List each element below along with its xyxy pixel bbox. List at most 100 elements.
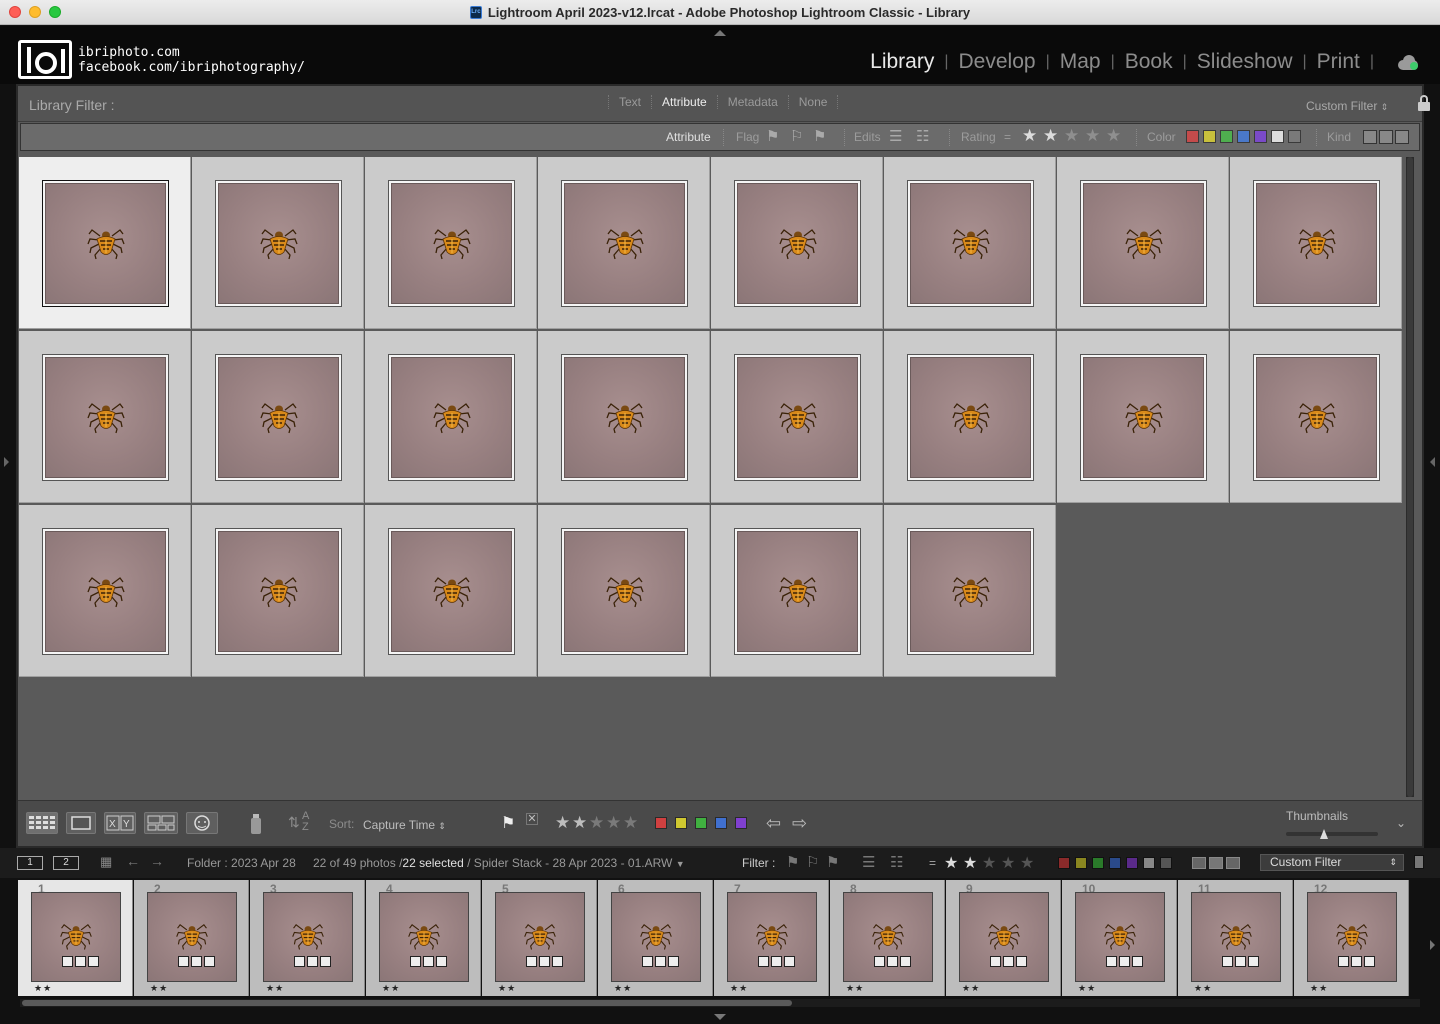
module-map[interactable]: Map <box>1060 50 1101 74</box>
filmstrip-edited-icon[interactable]: ☰ <box>862 853 875 871</box>
grid-thumbnail-cell[interactable] <box>192 505 364 677</box>
filmstrip-rating-operator[interactable]: = <box>929 856 936 870</box>
develop-badge-icon[interactable] <box>436 956 447 967</box>
filmstrip-thumbnail[interactable] <box>843 892 933 982</box>
toolbar-options-chevron-icon[interactable]: ⌄ <box>1396 816 1406 830</box>
filmstrip-color-purple[interactable] <box>1126 857 1138 869</box>
grid-thumbnail-cell[interactable] <box>365 157 537 329</box>
filmstrip-color-green[interactable] <box>1092 857 1104 869</box>
left-panel-toggle-icon[interactable] <box>4 457 9 467</box>
filmstrip-star-5[interactable]: ★ <box>1020 853 1034 873</box>
crop-badge-icon[interactable] <box>423 956 434 967</box>
develop-badge-icon[interactable] <box>1132 956 1143 967</box>
filmstrip-kind-virtual-icon[interactable] <box>1209 857 1223 869</box>
color-red-swatch[interactable] <box>1186 130 1199 143</box>
develop-badge-icon[interactable] <box>668 956 679 967</box>
grid-thumbnail-cell[interactable] <box>365 331 537 503</box>
filmstrip-thumbnail[interactable] <box>1307 892 1397 982</box>
crop-badge-icon[interactable] <box>1351 956 1362 967</box>
module-book[interactable]: Book <box>1125 50 1173 74</box>
filmstrip-color-yellow[interactable] <box>1075 857 1087 869</box>
reject-flag-icon[interactable]: ⚑ <box>813 128 829 146</box>
develop-badge-icon[interactable] <box>1364 956 1375 967</box>
grid-thumbnail-cell[interactable] <box>538 331 710 503</box>
pick-flag-icon[interactable]: ⚑ <box>766 128 782 146</box>
sort-direction-icon[interactable]: ⇅ <box>288 814 300 831</box>
grid-thumbnail[interactable] <box>388 180 515 307</box>
grid-thumbnail[interactable] <box>561 528 688 655</box>
toolbar-star-1[interactable]: ★ <box>555 813 570 833</box>
grid-thumbnail-cell[interactable] <box>711 505 883 677</box>
toolbar-color-yellow[interactable] <box>675 817 687 829</box>
grid-thumbnail-cell[interactable] <box>538 505 710 677</box>
grid-thumbnail-cell[interactable] <box>884 331 1056 503</box>
filmstrip-thumbnail[interactable] <box>495 892 585 982</box>
filmstrip-thumbnail[interactable] <box>1191 892 1281 982</box>
toolbar-color-green[interactable] <box>695 817 707 829</box>
filter-tab-text[interactable]: Text <box>608 95 651 109</box>
filmstrip-color-custom[interactable] <box>1143 857 1155 869</box>
cloud-sync-icon[interactable] <box>1398 55 1420 70</box>
grid-thumbnail[interactable] <box>1253 180 1380 307</box>
sort-az-icon[interactable]: AZ <box>302 811 309 833</box>
filter-tab-none[interactable]: None <box>787 95 839 109</box>
grid-thumbnail[interactable] <box>42 528 169 655</box>
develop-badge-icon[interactable] <box>204 956 215 967</box>
filmstrip-thumbnail[interactable] <box>263 892 353 982</box>
grid-thumbnail-cell[interactable] <box>19 157 191 329</box>
second-window-button[interactable]: 2 <box>53 856 79 870</box>
crop-badge-icon[interactable] <box>307 956 318 967</box>
unedited-icon[interactable]: ☷ <box>916 128 932 146</box>
grid-thumbnail[interactable] <box>215 528 342 655</box>
grid-thumbnail-cell[interactable] <box>192 331 364 503</box>
grid-thumbnail-cell[interactable] <box>1230 331 1402 503</box>
crop-badge-icon[interactable] <box>655 956 666 967</box>
rating-operator[interactable]: = <box>1004 130 1011 144</box>
crop-badge-icon[interactable] <box>75 956 86 967</box>
module-develop[interactable]: Develop <box>959 50 1036 74</box>
rotate-left-icon[interactable]: ⇦ <box>766 813 781 834</box>
keyword-badge-icon[interactable] <box>1222 956 1233 967</box>
filmstrip-kind-video-icon[interactable] <box>1226 857 1240 869</box>
rotate-right-icon[interactable]: ⇨ <box>792 813 807 834</box>
collapse-filmstrip-icon[interactable] <box>714 1014 726 1020</box>
grid-thumbnail[interactable] <box>1080 354 1207 481</box>
people-view-button[interactable] <box>186 812 218 834</box>
module-library[interactable]: Library <box>870 50 934 74</box>
grid-thumbnail[interactable] <box>907 354 1034 481</box>
grid-thumbnail-cell[interactable] <box>884 157 1056 329</box>
filmstrip-star-2[interactable]: ★ <box>963 853 977 873</box>
keyword-badge-icon[interactable] <box>410 956 421 967</box>
grid-thumbnail-cell[interactable] <box>365 505 537 677</box>
forward-arrow-icon[interactable]: → <box>150 853 164 869</box>
grid-thumbnail[interactable] <box>907 180 1034 307</box>
develop-badge-icon[interactable] <box>1248 956 1259 967</box>
toolbar-star-5[interactable]: ★ <box>623 813 638 833</box>
filter-tab-metadata[interactable]: Metadata <box>716 95 788 109</box>
lock-icon[interactable] <box>1418 95 1430 111</box>
color-none-swatch[interactable] <box>1288 130 1301 143</box>
sort-value-dropdown[interactable]: Capture Time ⇕ <box>363 818 446 832</box>
filmstrip-thumbnail-cell[interactable]: 5 ★★ <box>482 880 597 996</box>
unflagged-icon[interactable]: ⚐ <box>790 128 806 146</box>
filmstrip-thumbnail-cell[interactable]: 2 ★★ <box>134 880 249 996</box>
survey-view-button[interactable] <box>144 812 178 834</box>
filmstrip-star-1[interactable]: ★ <box>944 853 958 873</box>
develop-badge-icon[interactable] <box>552 956 563 967</box>
grid-thumbnail[interactable] <box>388 354 515 481</box>
crop-badge-icon[interactable] <box>1119 956 1130 967</box>
painter-spray-can-button[interactable] <box>246 812 266 834</box>
filmstrip-color-red[interactable] <box>1058 857 1070 869</box>
color-custom-swatch[interactable] <box>1271 130 1284 143</box>
compare-view-button[interactable]: XY <box>104 812 136 834</box>
grid-thumbnail-cell[interactable] <box>538 157 710 329</box>
rating-star-3[interactable]: ★ <box>1064 127 1079 145</box>
grid-thumbnail[interactable] <box>907 528 1034 655</box>
crop-badge-icon[interactable] <box>1235 956 1246 967</box>
photo-count-info[interactable]: 22 of 49 photos /22 selected / Spider St… <box>313 856 685 870</box>
set-pick-flag-icon[interactable]: ⚑ <box>501 813 515 833</box>
keyword-badge-icon[interactable] <box>62 956 73 967</box>
color-purple-swatch[interactable] <box>1254 130 1267 143</box>
kind-master-icon[interactable] <box>1363 130 1377 144</box>
develop-badge-icon[interactable] <box>1016 956 1027 967</box>
